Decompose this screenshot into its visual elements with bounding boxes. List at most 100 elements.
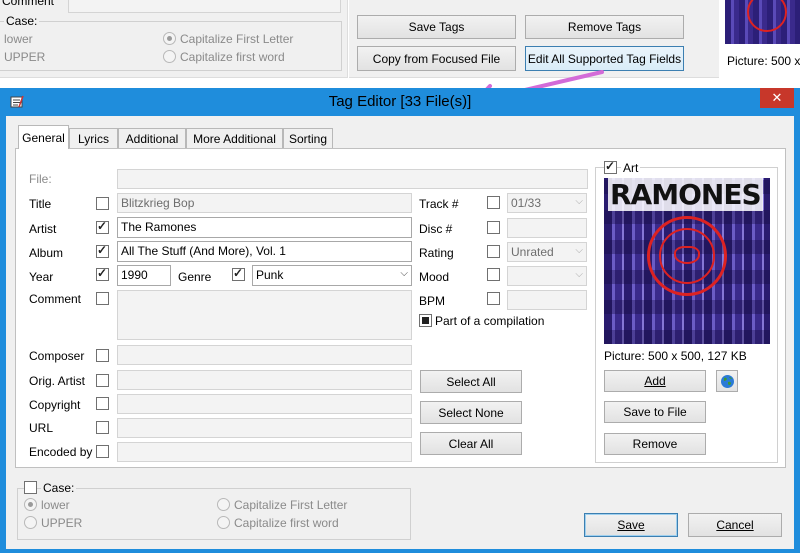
cancel-button-label: Cancel <box>716 518 754 532</box>
dialog-title: Tag Editor [33 File(s)] <box>328 93 472 110</box>
bg-capitalize-first-letter-label: Capitalize First Letter <box>180 32 294 46</box>
bpm-checkbox[interactable] <box>487 292 500 305</box>
rating-label: Rating <box>419 246 454 260</box>
bg-album-art-thumbnail <box>725 0 800 44</box>
bg-radio-capitalize-first-letter[interactable] <box>163 32 176 45</box>
track-value: 01/33 <box>511 196 542 210</box>
web-search-art-button[interactable] <box>716 370 738 392</box>
disc-field[interactable] <box>507 218 587 238</box>
bg-radio-capitalize-first-word[interactable] <box>163 50 176 63</box>
radio-upper-label: UPPER <box>41 516 83 530</box>
art-checkbox[interactable] <box>604 159 617 174</box>
rating-checkbox[interactable] <box>487 245 500 258</box>
orig-artist-field[interactable] <box>117 370 412 390</box>
bpm-field[interactable] <box>507 290 587 310</box>
genre-value: Punk <box>256 268 284 282</box>
url-field[interactable] <box>117 418 412 438</box>
track-checkbox[interactable] <box>487 196 500 209</box>
dialog-close-button[interactable]: ✕ <box>760 88 794 108</box>
comment-field[interactable] <box>117 290 412 340</box>
composer-checkbox[interactable] <box>96 349 109 362</box>
background-window: Comment Case: lower UPPER Capitalize Fir… <box>0 0 800 88</box>
composer-field[interactable] <box>117 345 412 365</box>
compilation-checkbox[interactable] <box>419 314 432 327</box>
album-checkbox[interactable] <box>96 243 109 258</box>
year-label: Year <box>29 270 54 284</box>
album-field[interactable]: All The Stuff (And More), Vol. 1 <box>117 241 412 262</box>
bpm-label: BPM <box>419 294 446 308</box>
disc-label: Disc # <box>419 222 453 236</box>
close-icon: ✕ <box>771 90 783 105</box>
remove-art-button[interactable]: Remove <box>604 433 706 455</box>
url-checkbox[interactable] <box>96 421 109 434</box>
rating-combo[interactable]: Unrated ⌵ <box>507 242 587 262</box>
mood-label: Mood <box>419 270 450 284</box>
mood-combo[interactable]: ⌵ <box>507 266 587 286</box>
genre-combo[interactable]: Punk ⌵ <box>252 265 412 286</box>
bg-comment-field[interactable] <box>68 0 341 13</box>
bg-lower-label[interactable]: lower <box>4 32 33 46</box>
add-art-button[interactable]: Add <box>604 370 706 392</box>
album-art-image[interactable]: RAMONES <box>604 178 770 344</box>
clear-all-button[interactable]: Clear All <box>420 432 522 455</box>
dialog-title-bar[interactable]: Tag Editor [33 File(s)] ✕ <box>0 88 800 116</box>
album-label: Album <box>29 246 64 260</box>
file-label: File: <box>29 172 52 186</box>
title-label: Title <box>29 197 52 211</box>
encoded-by-checkbox[interactable] <box>96 445 109 458</box>
artist-label: Artist <box>29 222 57 236</box>
radio-upper[interactable] <box>24 516 37 529</box>
genre-checkbox[interactable] <box>232 266 245 281</box>
radio-lower-label: lower <box>41 498 70 512</box>
url-label: URL <box>29 421 54 435</box>
case-group <box>17 488 411 540</box>
art-label: Art <box>621 161 641 175</box>
copyright-checkbox[interactable] <box>96 397 109 410</box>
comment-label: Comment <box>29 292 82 306</box>
save-art-to-file-button[interactable]: Save to File <box>604 401 706 423</box>
bg-capitalize-first-word-label: Capitalize first word <box>180 50 285 64</box>
background-left-panel: Comment Case: lower UPPER Capitalize Fir… <box>0 0 348 78</box>
copyright-label: Copyright <box>29 398 81 412</box>
cancel-button[interactable]: Cancel <box>688 513 782 537</box>
tab-sorting[interactable]: Sorting <box>283 128 333 148</box>
save-tags-button[interactable]: Save Tags <box>357 15 516 39</box>
bg-case-label: Case: <box>4 14 40 28</box>
orig-artist-checkbox[interactable] <box>96 374 109 387</box>
bg-upper-label[interactable]: UPPER <box>4 50 45 64</box>
select-all-button[interactable]: Select All <box>420 370 522 393</box>
radio-capitalize-first-letter[interactable] <box>217 498 230 511</box>
artist-field[interactable]: The Ramones <box>117 217 412 238</box>
file-field[interactable] <box>117 169 588 189</box>
tab-lyrics[interactable]: Lyrics <box>69 128 118 148</box>
artist-checkbox[interactable] <box>96 219 109 234</box>
encoded-by-field[interactable] <box>117 442 412 462</box>
chevron-down-icon: ⌵ <box>575 269 583 280</box>
rating-value: Unrated <box>511 245 554 259</box>
genre-label: Genre <box>178 270 212 284</box>
radio-capitalize-first-word-label: Capitalize first word <box>234 516 339 530</box>
tab-additional[interactable]: Additional <box>118 128 186 148</box>
year-field[interactable]: 1990 <box>117 265 171 286</box>
case-checkbox[interactable] <box>24 481 37 494</box>
tab-more-additional[interactable]: More Additional <box>186 128 283 148</box>
radio-capitalize-first-letter-label: Capitalize First Letter <box>234 498 348 512</box>
radio-lower[interactable] <box>24 498 37 511</box>
tab-general[interactable]: General <box>18 125 69 149</box>
bg-picture-info: Picture: 500 x <box>727 54 800 68</box>
comment-checkbox[interactable] <box>96 292 109 305</box>
copyright-field[interactable] <box>117 394 412 414</box>
track-combo[interactable]: 01/33 ⌵ <box>507 193 587 213</box>
title-checkbox[interactable] <box>96 197 109 210</box>
chevron-down-icon: ⌵ <box>575 245 583 256</box>
select-none-button[interactable]: Select None <box>420 401 522 424</box>
composer-label: Composer <box>29 349 85 363</box>
mood-checkbox[interactable] <box>487 268 500 281</box>
indeterminate-square-icon <box>422 317 429 324</box>
save-button[interactable]: Save <box>584 513 678 537</box>
radio-capitalize-first-word[interactable] <box>217 516 230 529</box>
title-field[interactable]: Blitzkrieg Bop <box>117 193 412 213</box>
year-checkbox[interactable] <box>96 266 109 281</box>
remove-tags-button[interactable]: Remove Tags <box>525 15 684 39</box>
disc-checkbox[interactable] <box>487 221 500 234</box>
